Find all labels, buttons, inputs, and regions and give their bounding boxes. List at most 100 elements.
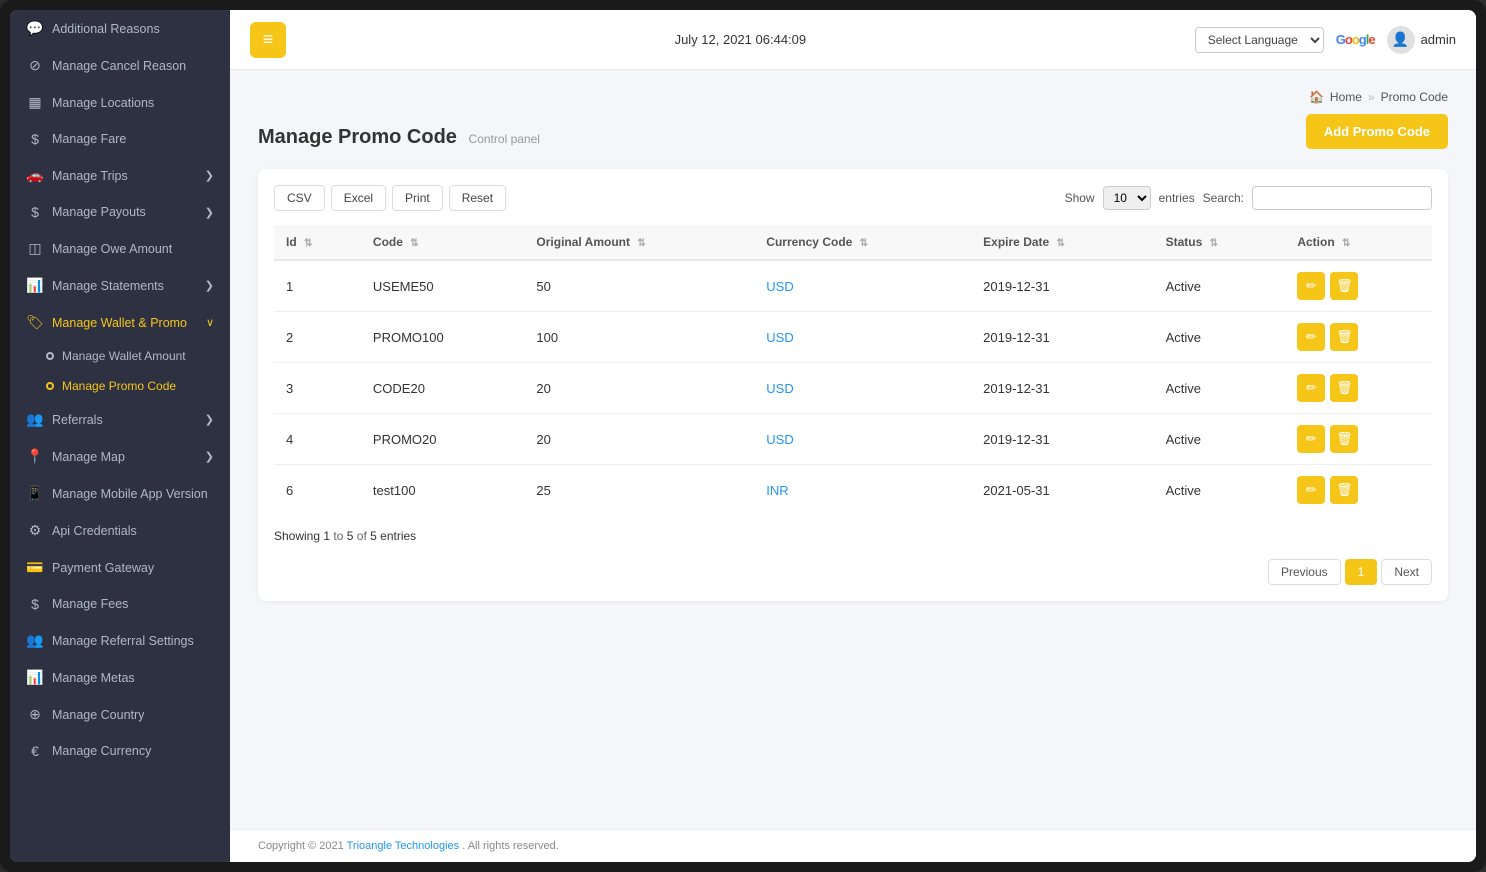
sidebar-item-manage-mobile-app-version[interactable]: 📱 Manage Mobile App Version xyxy=(10,475,230,512)
sidebar-item-label: Referrals xyxy=(52,413,103,427)
edit-button[interactable]: ✏ xyxy=(1297,272,1325,300)
excel-button[interactable]: Excel xyxy=(331,185,386,211)
entries-label: entries xyxy=(1159,191,1195,205)
col-expire-date: Expire Date ⇅ xyxy=(971,225,1153,260)
wallet-icon: 🏷 xyxy=(26,314,44,331)
toolbar-left: CSV Excel Print Reset xyxy=(274,185,506,211)
sidebar-item-manage-wallet-promo[interactable]: 🏷 Manage Wallet & Promo ∨ xyxy=(10,304,230,341)
edit-button[interactable]: ✏ xyxy=(1297,476,1325,504)
cell-original-amount: 100 xyxy=(524,312,754,363)
page-1-button[interactable]: 1 xyxy=(1345,559,1378,585)
sidebar-item-manage-payouts[interactable]: $ Manage Payouts ❯ xyxy=(10,194,230,230)
col-status: Status ⇅ xyxy=(1154,225,1286,260)
sidebar: 💬 Additional Reasons ⊘ Manage Cancel Rea… xyxy=(10,10,230,862)
add-promo-code-button[interactable]: Add Promo Code xyxy=(1306,114,1448,149)
showing-prefix: Showing xyxy=(274,529,320,543)
sidebar-item-api-credentials[interactable]: ⚙ Api Credentials xyxy=(10,512,230,549)
delete-button[interactable]: 🗑 xyxy=(1330,374,1358,402)
sidebar-sub-item-label: Manage Wallet Amount xyxy=(62,349,186,363)
sidebar-item-manage-locations[interactable]: ▦ Manage Locations xyxy=(10,84,230,121)
sidebar-item-manage-referral-settings[interactable]: 👥 Manage Referral Settings xyxy=(10,622,230,659)
previous-button[interactable]: Previous xyxy=(1268,559,1341,585)
table-container: CSV Excel Print Reset Show 10 25 50 xyxy=(258,169,1448,601)
entries-select[interactable]: 10 25 50 xyxy=(1103,186,1151,210)
sidebar-item-label: Manage Wallet & Promo xyxy=(52,316,187,330)
chevron-down-icon: ❯ xyxy=(205,169,214,182)
breadcrumb-home-link[interactable]: Home xyxy=(1330,90,1362,104)
sidebar-item-label: Payment Gateway xyxy=(52,561,154,575)
cell-id: 1 xyxy=(274,260,361,312)
sidebar-item-manage-fees[interactable]: $ Manage Fees xyxy=(10,586,230,622)
sidebar-sub-item-label: Manage Promo Code xyxy=(62,379,176,393)
breadcrumb: 🏠 Home » Promo Code xyxy=(1309,90,1448,104)
sidebar-item-manage-cancel-reason[interactable]: ⊘ Manage Cancel Reason xyxy=(10,47,230,84)
cell-original-amount: 50 xyxy=(524,260,754,312)
cell-status: Active xyxy=(1154,363,1286,414)
sidebar-sub-item-manage-promo-code[interactable]: Manage Promo Code xyxy=(10,371,230,401)
cell-currency-code: INR xyxy=(754,465,971,516)
sidebar-item-payment-gateway[interactable]: 💳 Payment Gateway xyxy=(10,549,230,586)
footer-company-link[interactable]: Trioangle Technologies xyxy=(347,840,460,852)
table-row: 6 test100 25 INR 2021-05-31 Active ✏ 🗑 xyxy=(274,465,1432,516)
app-container: 💬 Additional Reasons ⊘ Manage Cancel Rea… xyxy=(10,10,1476,862)
sidebar-item-label: Manage Payouts xyxy=(52,205,146,219)
sidebar-item-manage-fare[interactable]: $ Manage Fare xyxy=(10,121,230,157)
sidebar-item-manage-currency[interactable]: € Manage Currency xyxy=(10,733,230,769)
sidebar-item-referrals[interactable]: 👥 Referrals ❯ xyxy=(10,401,230,438)
cell-code: PROMO100 xyxy=(361,312,525,363)
edit-button[interactable]: ✏ xyxy=(1297,425,1325,453)
col-action: Action ⇅ xyxy=(1285,225,1432,260)
edit-button[interactable]: ✏ xyxy=(1297,323,1325,351)
language-select[interactable]: Select Language xyxy=(1195,27,1324,53)
delete-button[interactable]: 🗑 xyxy=(1330,323,1358,351)
search-label: Search: xyxy=(1203,191,1244,205)
cell-expire-date: 2019-12-31 xyxy=(971,414,1153,465)
chevron-down-icon: ❯ xyxy=(205,450,214,463)
sidebar-item-manage-statements[interactable]: 📊 Manage Statements ❯ xyxy=(10,267,230,304)
cell-code: CODE20 xyxy=(361,363,525,414)
cell-code: USEME50 xyxy=(361,260,525,312)
next-button[interactable]: Next xyxy=(1381,559,1432,585)
cell-status: Active xyxy=(1154,414,1286,465)
page-subtitle: Control panel xyxy=(469,132,540,146)
cell-expire-date: 2019-12-31 xyxy=(971,260,1153,312)
sidebar-item-manage-trips[interactable]: 🚗 Manage Trips ❯ xyxy=(10,157,230,194)
sidebar-item-label: Manage Currency xyxy=(52,744,151,758)
footer: Copyright © 2021 Trioangle Technologies … xyxy=(230,829,1476,862)
print-button[interactable]: Print xyxy=(392,185,443,211)
sidebar-sub-item-manage-wallet-amount[interactable]: Manage Wallet Amount xyxy=(10,341,230,371)
delete-button[interactable]: 🗑 xyxy=(1330,476,1358,504)
sidebar-item-manage-map[interactable]: 📍 Manage Map ❯ xyxy=(10,438,230,475)
app-logo[interactable]: ≡ xyxy=(250,22,286,58)
table-row: 2 PROMO100 100 USD 2019-12-31 Active ✏ 🗑 xyxy=(274,312,1432,363)
sidebar-item-manage-metas[interactable]: 📊 Manage Metas xyxy=(10,659,230,696)
edit-button[interactable]: ✏ xyxy=(1297,374,1325,402)
sidebar-item-label: Manage Metas xyxy=(52,671,135,685)
page-header: Manage Promo Code Control panel 🏠 Home »… xyxy=(258,90,1448,149)
cell-id: 3 xyxy=(274,363,361,414)
map-icon: 📍 xyxy=(26,448,44,465)
chevron-down-icon: ❯ xyxy=(205,413,214,426)
search-input[interactable] xyxy=(1252,186,1432,210)
delete-button[interactable]: 🗑 xyxy=(1330,425,1358,453)
sidebar-item-label: Api Credentials xyxy=(52,524,137,538)
sidebar-item-manage-country[interactable]: ⊕ Manage Country xyxy=(10,696,230,733)
admin-badge[interactable]: 👤 admin xyxy=(1387,26,1456,54)
breadcrumb-separator: » xyxy=(1368,90,1375,104)
reset-button[interactable]: Reset xyxy=(449,185,506,211)
col-currency-code: Currency Code ⇅ xyxy=(754,225,971,260)
referral-settings-icon: 👥 xyxy=(26,632,44,649)
csv-button[interactable]: CSV xyxy=(274,185,325,211)
sidebar-item-additional-reasons[interactable]: 💬 Additional Reasons xyxy=(10,10,230,47)
col-original-amount: Original Amount ⇅ xyxy=(524,225,754,260)
showing-to: 5 xyxy=(347,529,354,543)
cancel-icon: ⊘ xyxy=(26,57,44,74)
delete-button[interactable]: 🗑 xyxy=(1330,272,1358,300)
avatar: 👤 xyxy=(1387,26,1415,54)
table-toolbar: CSV Excel Print Reset Show 10 25 50 xyxy=(274,185,1432,211)
cell-id: 6 xyxy=(274,465,361,516)
cell-currency-code: USD xyxy=(754,414,971,465)
cell-original-amount: 20 xyxy=(524,414,754,465)
showing-from: 1 xyxy=(323,529,330,543)
sidebar-item-manage-owe-amount[interactable]: ◫ Manage Owe Amount xyxy=(10,230,230,267)
